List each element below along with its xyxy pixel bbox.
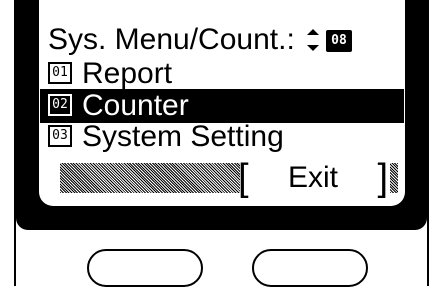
- exit-label: Exit: [287, 161, 338, 194]
- menu-item-label: Report: [82, 57, 173, 90]
- item-number-icon: 02: [48, 94, 72, 117]
- bracket-right: ]: [377, 157, 388, 199]
- menu-item-counter[interactable]: 02 Counter: [40, 89, 404, 123]
- menu-item-label: Counter: [82, 89, 189, 122]
- panel-edge-right: [427, 0, 429, 286]
- softkey-bar-filler-end: [390, 163, 398, 193]
- page-indicator: 08: [326, 30, 352, 52]
- screen-title-text: Sys. Menu/Count.:: [48, 23, 295, 56]
- menu-item-system-setting[interactable]: 03 System Setting: [48, 121, 284, 153]
- menu-item-report[interactable]: 01 Report: [48, 58, 172, 90]
- right-select-button[interactable]: [252, 249, 368, 287]
- menu-item-label: System Setting: [82, 120, 284, 153]
- control-panel: Sys. Menu/Count.: 08 01 Report 02 Counter …: [0, 0, 443, 287]
- item-number-icon: 03: [48, 125, 72, 148]
- item-number-icon: 01: [48, 62, 72, 85]
- up-down-arrows-icon: [306, 29, 320, 51]
- exit-softkey[interactable]: [ Exit ]: [238, 158, 388, 198]
- left-select-button[interactable]: [87, 249, 203, 287]
- softkey-bar-filler: [60, 163, 240, 193]
